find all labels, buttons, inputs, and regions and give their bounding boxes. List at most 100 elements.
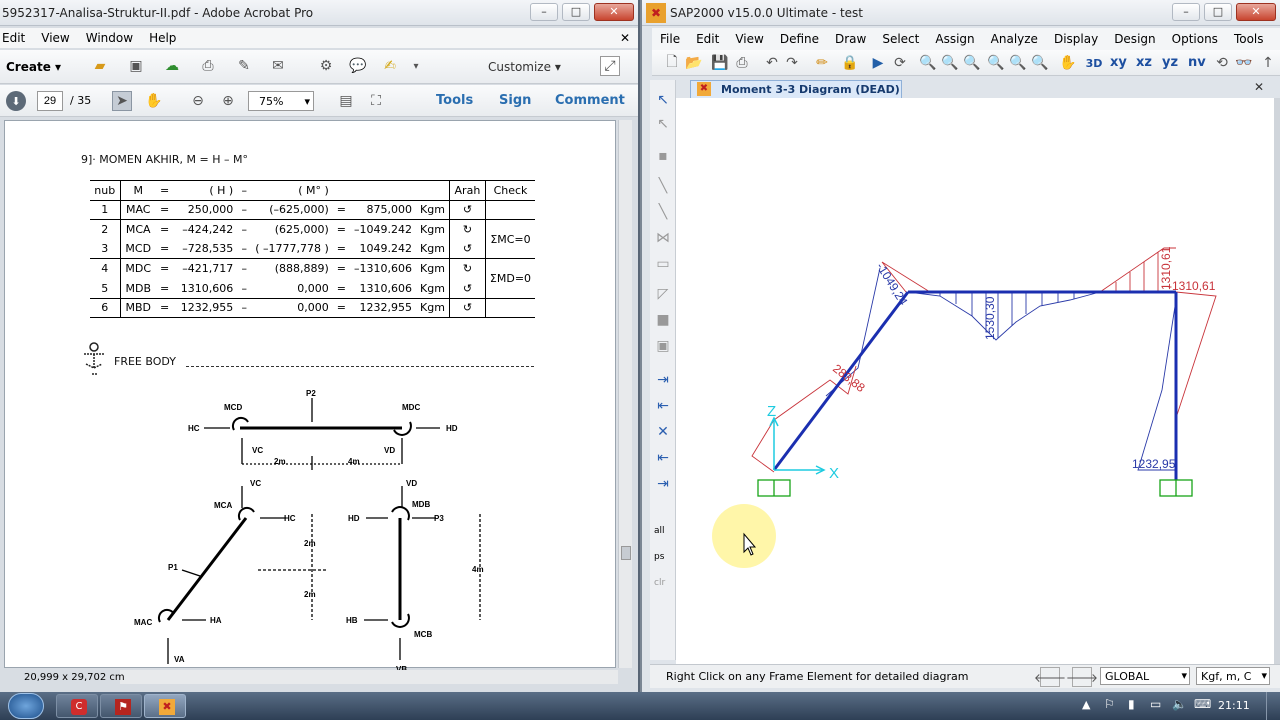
expand-icon[interactable]: ⤢: [600, 56, 620, 76]
menu-help[interactable]: Help: [1272, 32, 1280, 46]
menu-help[interactable]: Help: [141, 31, 184, 45]
menu-draw[interactable]: Draw: [827, 32, 874, 46]
view-xz-button[interactable]: xz: [1136, 55, 1152, 70]
menu-window[interactable]: Window: [78, 31, 141, 45]
left-align-icon[interactable]: ⇤: [653, 448, 673, 468]
scrollbar-thumb[interactable]: [621, 546, 631, 560]
menu-edit[interactable]: Edit: [688, 32, 727, 46]
start-button[interactable]: [8, 693, 44, 719]
menu-file[interactable]: File: [652, 32, 688, 46]
close-button[interactable]: ✕: [1236, 3, 1276, 21]
next-page-icon[interactable]: ⬇: [6, 91, 26, 111]
dropdown-arrow-icon[interactable]: ▾: [406, 56, 426, 76]
reshape-icon[interactable]: ↖: [653, 114, 673, 134]
quick-frame-icon[interactable]: ╲: [653, 202, 673, 222]
settings-icon[interactable]: ⚙: [316, 56, 336, 76]
pan-icon[interactable]: 🔍: [1030, 53, 1050, 73]
cloud-upload-icon[interactable]: ☁: [162, 56, 182, 76]
flag-icon[interactable]: ⚐: [1104, 697, 1115, 711]
open-icon[interactable]: 📂: [684, 53, 704, 73]
minimize-button[interactable]: –: [530, 3, 558, 21]
zoom-out-icon[interactable]: ⊖: [188, 91, 208, 111]
next-arrow-icon[interactable]: 🡒: [1066, 667, 1098, 687]
maximize-button[interactable]: □: [562, 3, 590, 21]
taskbar-acrobat-button[interactable]: ⚑: [100, 694, 142, 718]
acrobat-titlebar[interactable]: 5952317-Analisa-Struktur-II.pdf - Adobe …: [0, 0, 638, 26]
hand-tool-icon[interactable]: ✋: [144, 91, 164, 111]
moment-diagram-tab[interactable]: ✖ Moment 3-3 Diagram (DEAD): [690, 80, 902, 98]
maximize-button[interactable]: □: [1204, 3, 1232, 21]
volume-icon[interactable]: 🔈: [1172, 697, 1187, 711]
brace-icon[interactable]: ⋈: [653, 228, 673, 248]
customize-button[interactable]: Customize ▾: [488, 60, 561, 74]
comment-bubble-icon[interactable]: 💬: [348, 56, 368, 76]
fit-page-icon[interactable]: ▤: [336, 91, 356, 111]
vertical-scrollbar[interactable]: [618, 120, 632, 668]
menu-select[interactable]: Select: [874, 32, 927, 46]
battery-icon[interactable]: ▭: [1150, 697, 1161, 711]
rect-area-icon[interactable]: ■: [653, 310, 673, 330]
joint-icon[interactable]: ▪: [653, 146, 673, 166]
cross-icon[interactable]: ✕: [653, 422, 673, 442]
fit-width-icon[interactable]: ⛶: [366, 91, 386, 111]
comment-link[interactable]: Comment: [555, 93, 625, 108]
save-icon[interactable]: 💾: [710, 53, 730, 73]
new-file-icon[interactable]: 🗋: [662, 53, 682, 73]
up-arrow-icon[interactable]: ↑: [1258, 53, 1278, 73]
undo-icon[interactable]: ↶: [762, 53, 782, 73]
previous-arrow-icon[interactable]: 🡐: [1034, 667, 1066, 687]
menu-analyze[interactable]: Analyze: [983, 32, 1046, 46]
zoom-in-icon[interactable]: 🔍: [986, 53, 1006, 73]
page-number-input[interactable]: [37, 91, 63, 111]
tray-expand-icon[interactable]: ▲: [1082, 698, 1090, 711]
menu-edit[interactable]: Edit: [0, 31, 33, 45]
redo-icon[interactable]: ↷: [782, 53, 802, 73]
link-icon[interactable]: ⇥: [653, 370, 673, 390]
rotate-icon[interactable]: ⟲: [1212, 53, 1232, 73]
open-folder-icon[interactable]: ▰: [90, 56, 110, 76]
create-button[interactable]: Create ▾: [6, 60, 61, 74]
quick-area-icon[interactable]: ▣: [653, 336, 673, 356]
sap-vertical-scrollbar[interactable]: [1274, 98, 1280, 664]
save-icon[interactable]: ▣: [126, 56, 146, 76]
sign-link[interactable]: Sign: [499, 93, 531, 108]
menu-view[interactable]: View: [33, 31, 77, 45]
menu-display[interactable]: Display: [1046, 32, 1106, 46]
keyboard-icon[interactable]: ⌨: [1194, 697, 1211, 711]
menu-options[interactable]: Options: [1164, 32, 1226, 46]
view-yz-button[interactable]: yz: [1162, 55, 1178, 70]
zoom-in-icon[interactable]: ⊕: [218, 91, 238, 111]
taskbar-sap-button[interactable]: ✖: [144, 694, 186, 718]
previous-selection-button[interactable]: ps: [654, 552, 664, 562]
print-icon[interactable]: ⎙: [732, 53, 752, 73]
clear-selection-button[interactable]: clr: [654, 578, 665, 588]
close-button[interactable]: ✕: [594, 3, 634, 21]
zoom-previous-icon[interactable]: 🔍: [962, 53, 982, 73]
clock[interactable]: 21:11: [1218, 699, 1250, 712]
pencil-icon[interactable]: ✏: [812, 53, 832, 73]
run-icon[interactable]: ▶: [868, 53, 888, 73]
hand-icon[interactable]: ✋: [1058, 53, 1078, 73]
units-select[interactable]: Kgf, m, C ▾: [1196, 667, 1270, 685]
menu-design[interactable]: Design: [1106, 32, 1163, 46]
tools-link[interactable]: Tools: [436, 93, 473, 108]
zoom-window-icon[interactable]: 🔍: [918, 53, 938, 73]
menu-view[interactable]: View: [727, 32, 771, 46]
print-icon[interactable]: ⎙: [198, 56, 218, 76]
view-xy-button[interactable]: xy: [1110, 55, 1127, 70]
zoom-out-icon[interactable]: 🔍: [1008, 53, 1028, 73]
email-icon[interactable]: ✉: [268, 56, 288, 76]
show-desktop-button[interactable]: [1266, 692, 1280, 720]
coord-system-select[interactable]: GLOBAL ▾: [1100, 667, 1190, 685]
support-icon[interactable]: ⇤: [653, 396, 673, 416]
refresh-icon[interactable]: ⟳: [890, 53, 910, 73]
lock-icon[interactable]: 🔒: [840, 53, 860, 73]
edit-document-icon[interactable]: ✎: [234, 56, 254, 76]
pointer-icon[interactable]: ↖: [653, 90, 673, 110]
menu-define[interactable]: Define: [772, 32, 827, 46]
horizontal-scrollbar[interactable]: [120, 670, 618, 684]
area-icon[interactable]: ▭: [653, 254, 673, 274]
draw-frame-icon[interactable]: ╲: [653, 176, 673, 196]
zoom-fit-icon[interactable]: 🔍: [940, 53, 960, 73]
sap-titlebar[interactable]: ✖ SAP2000 v15.0.0 Ultimate - test – □ ✕: [642, 0, 1280, 26]
